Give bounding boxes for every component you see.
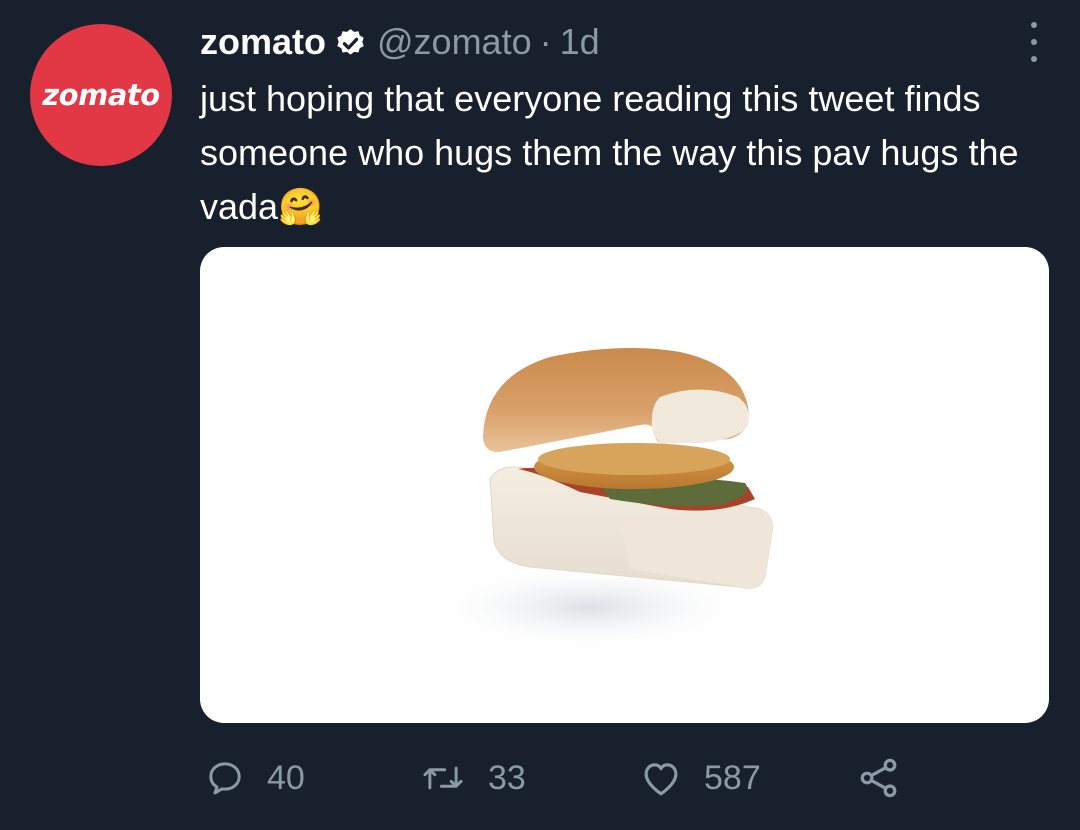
- vada-pav-image: [420, 348, 773, 652]
- display-name[interactable]: zomato: [200, 20, 326, 64]
- bun-top-cut: [651, 389, 749, 443]
- retweet-button[interactable]: 33: [420, 752, 526, 804]
- user-handle[interactable]: @zomato: [377, 20, 532, 64]
- like-count: 587: [704, 758, 761, 797]
- retweet-count: 33: [488, 758, 526, 797]
- tweet-header: zomato @zomato · 1d: [200, 20, 600, 64]
- tweet-timestamp[interactable]: 1d: [560, 20, 600, 64]
- retweet-icon: [423, 766, 463, 790]
- avatar[interactable]: zomato: [30, 24, 172, 166]
- more-dot: [1031, 39, 1037, 45]
- reply-count: 40: [267, 758, 305, 797]
- vada-patty-top: [538, 443, 730, 475]
- reply-icon: [209, 762, 241, 795]
- header-separator: ·: [539, 21, 552, 62]
- like-button[interactable]: 587: [640, 752, 761, 804]
- share-icon: [860, 758, 897, 798]
- more-options-icon[interactable]: [1028, 22, 1040, 62]
- avatar-logo-text: zomato: [42, 78, 160, 112]
- share-button[interactable]: [857, 752, 901, 804]
- tweet-text: just hoping that everyone reading this t…: [200, 72, 1060, 234]
- verified-badge-icon: [334, 26, 367, 59]
- heart-icon: [644, 763, 678, 796]
- tweet-actions: 40 33 587: [200, 752, 1060, 804]
- hugging-face-emoji: 🤗: [278, 186, 323, 227]
- more-dot: [1031, 22, 1037, 28]
- more-dot: [1031, 56, 1037, 62]
- tweet-image[interactable]: [200, 247, 1049, 723]
- reply-button[interactable]: 40: [205, 752, 305, 804]
